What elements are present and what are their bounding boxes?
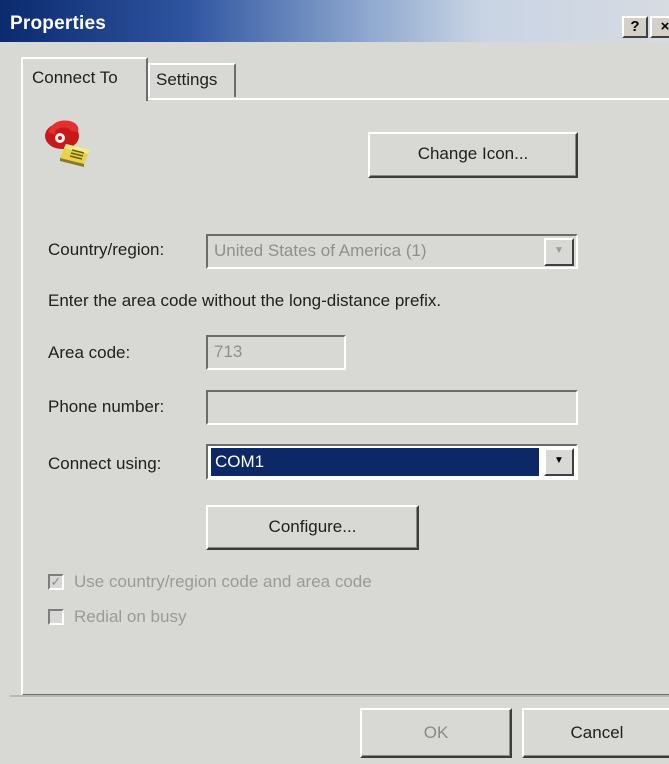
properties-dialog: Properties ? × Connect To Settings Chang… bbox=[0, 0, 669, 764]
connect-using-value[interactable]: COM1 bbox=[211, 448, 539, 476]
close-button[interactable]: × bbox=[650, 16, 669, 38]
configure-button[interactable]: Configure... bbox=[206, 505, 419, 550]
ok-button[interactable]: OK bbox=[360, 708, 512, 758]
redial-on-busy-checkbox bbox=[48, 609, 64, 625]
redial-on-busy-label: Redial on busy bbox=[74, 607, 187, 626]
help-button[interactable]: ? bbox=[622, 16, 648, 38]
phone-number-field bbox=[206, 390, 578, 425]
country-region-value: United States of America (1) bbox=[214, 241, 427, 260]
area-code-hint: Enter the area code without the long-dis… bbox=[48, 291, 442, 310]
change-icon-button[interactable]: Change Icon... bbox=[368, 132, 578, 178]
tab-settings[interactable]: Settings bbox=[148, 63, 236, 97]
area-code-label: Area code: bbox=[48, 343, 131, 362]
use-country-code-checkbox: ✓ bbox=[48, 574, 64, 590]
chevron-down-icon: ▼ bbox=[544, 238, 574, 266]
red-telephone-icon bbox=[45, 120, 90, 167]
area-code-field: 713 bbox=[206, 335, 346, 370]
tab-connect-to[interactable]: Connect To bbox=[21, 57, 148, 101]
footer-divider bbox=[10, 695, 669, 697]
connect-using-select[interactable]: COM1 ▼ bbox=[206, 444, 578, 480]
country-region-label: Country/region: bbox=[48, 240, 165, 259]
window-title: Properties bbox=[10, 13, 106, 34]
country-region-select: United States of America (1) ▼ bbox=[206, 234, 578, 269]
phone-number-label: Phone number: bbox=[48, 397, 165, 416]
use-country-code-label: Use country/region code and area code bbox=[74, 572, 372, 591]
area-code-value: 713 bbox=[214, 342, 243, 361]
connect-using-label: Connect using: bbox=[48, 454, 162, 473]
chevron-down-icon[interactable]: ▼ bbox=[544, 448, 574, 476]
title-bar[interactable]: Properties ? × bbox=[0, 0, 669, 42]
cancel-button[interactable]: Cancel bbox=[522, 708, 669, 758]
